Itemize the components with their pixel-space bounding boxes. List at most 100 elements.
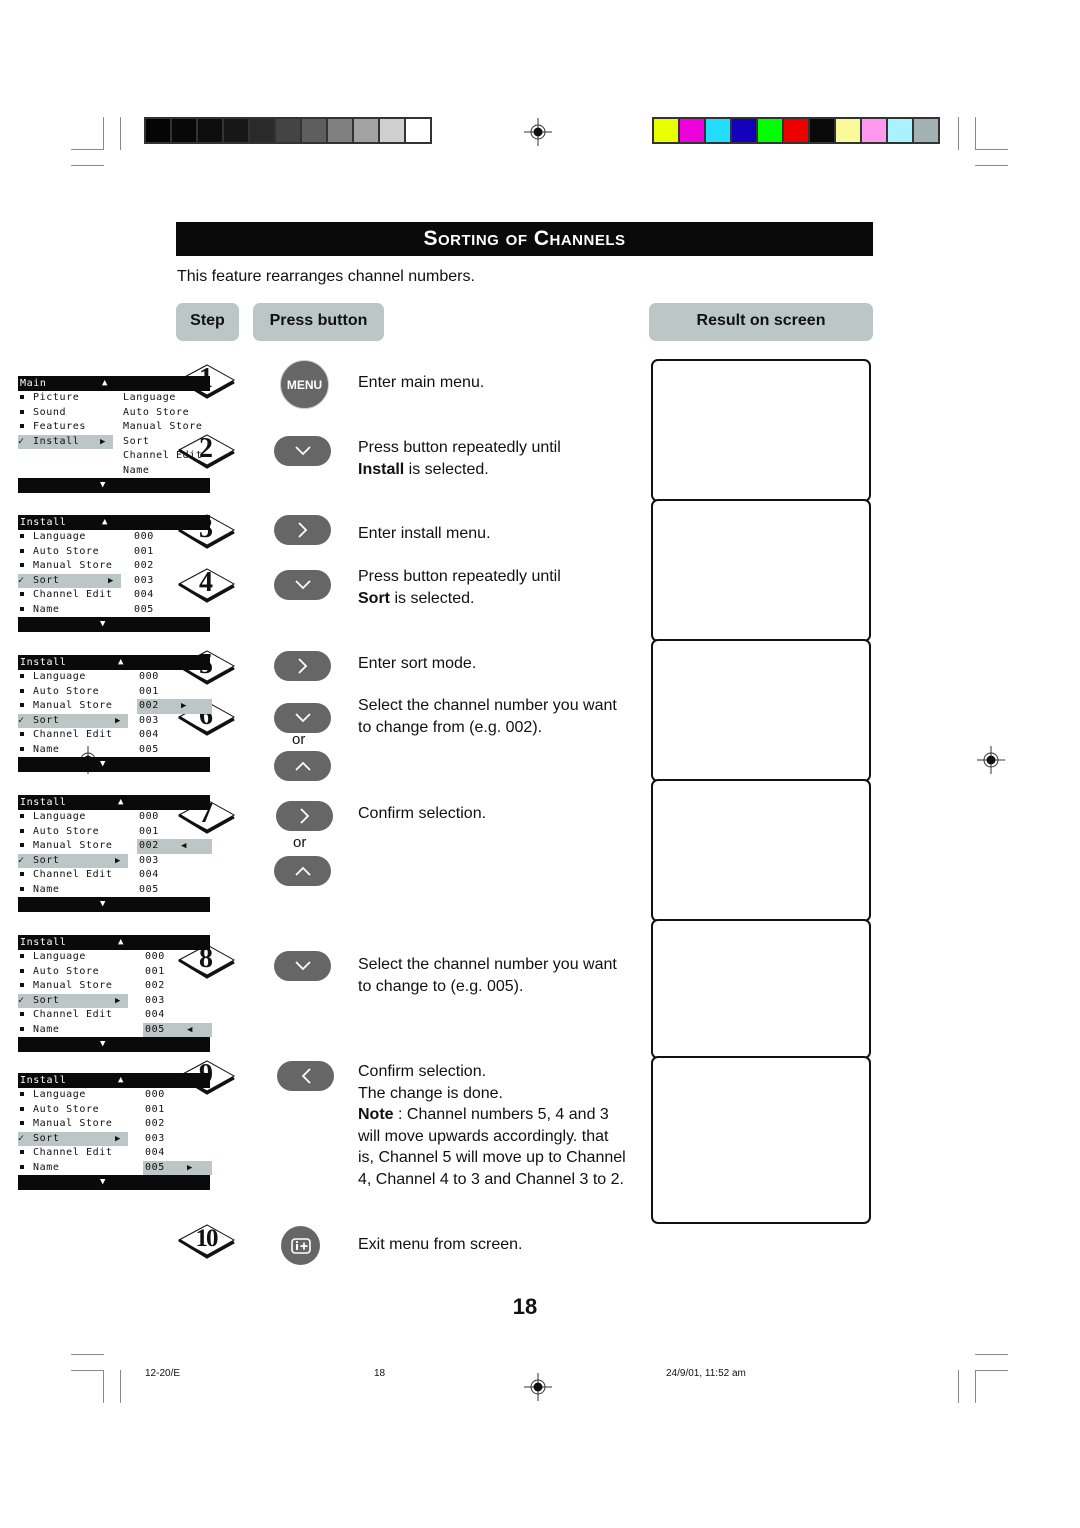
osd-item: Name	[33, 603, 60, 615]
channel-number: 005	[134, 603, 154, 615]
step-6-line2: to change from (e.g. 002).	[358, 718, 543, 736]
channel-number: 000	[145, 951, 165, 962]
channel-number: 003	[139, 714, 159, 726]
step-6-description: Select the channel number you want to ch…	[358, 695, 617, 738]
bullet-icon	[18, 839, 32, 854]
right-arrow-button[interactable]	[274, 515, 331, 545]
arrow-right-icon: ▶	[187, 1162, 194, 1173]
scroll-up-icon: ▲	[118, 937, 125, 947]
calibration-swatch	[680, 119, 704, 142]
result-column-header: Result on screen	[649, 303, 873, 341]
channel-number: 000	[145, 1089, 165, 1100]
channel-number: 004	[134, 589, 154, 600]
osd-item: Sort	[33, 1132, 60, 1144]
osd-row: Manual Store 002	[18, 979, 210, 994]
osd-item: Channel Edit	[33, 589, 113, 600]
osd-item: Auto Store	[33, 685, 100, 697]
submenu-arrow-icon: ▶	[115, 715, 122, 726]
result-screen-frame	[651, 359, 871, 502]
osd-row: ✓ ▶ Install Sort	[18, 434, 210, 449]
bullet-icon	[18, 420, 32, 435]
note-line4: 4, Channel 4 to 3 and Channel 3 to 2.	[358, 1170, 624, 1188]
step-6-line1: Select the channel number you want	[358, 697, 617, 714]
scroll-down-icon: ▼	[100, 480, 107, 490]
menu-button[interactable]: MENU	[280, 360, 329, 409]
channel-number: 004	[139, 729, 159, 740]
grayscale-calibration-bar	[144, 117, 432, 144]
osd-footer: ▼	[18, 478, 210, 493]
calibration-swatch	[328, 119, 352, 142]
channel-number: 001	[145, 1103, 165, 1115]
step-10-description: Exit menu from screen.	[358, 1236, 523, 1253]
osd-footer: ▼	[18, 1037, 210, 1052]
osd-row: Auto Store 001	[18, 545, 210, 560]
osd-row: Name 005	[18, 603, 210, 618]
result-screen-frame	[651, 639, 871, 782]
registration-mark-icon	[977, 746, 1005, 774]
osd-title: Main	[20, 378, 47, 389]
right-arrow-button[interactable]	[276, 801, 333, 831]
submenu-arrow-icon: ▶	[115, 855, 122, 866]
up-arrow-button[interactable]	[274, 751, 331, 781]
check-icon: ✓	[18, 435, 25, 447]
bullet-icon	[18, 825, 32, 840]
osd-row: Name 005	[18, 883, 210, 898]
left-arrow-button[interactable]	[277, 1061, 334, 1091]
right-arrow-button[interactable]	[274, 651, 331, 681]
channel-number: 002	[134, 560, 154, 571]
bullet-icon	[18, 699, 32, 714]
osd-row: Channel Edit 004	[18, 588, 210, 603]
osd-footer: ▼	[18, 757, 210, 772]
color-calibration-bar	[652, 117, 940, 144]
osd-footer: ▼	[18, 1175, 210, 1190]
chevron-up-icon	[294, 866, 311, 876]
osd-row: Language 000	[18, 1088, 210, 1103]
bullet-icon	[18, 559, 32, 574]
osd-title: Install	[20, 937, 67, 948]
osd-menu: Install ▲ Language 000 Auto Store 001 Manual S…	[18, 515, 210, 632]
down-arrow-button[interactable]	[274, 703, 331, 733]
calibration-swatch	[276, 119, 300, 142]
channel-number: 000	[134, 531, 154, 542]
channel-number: 001	[145, 965, 165, 977]
down-arrow-button[interactable]	[274, 436, 331, 466]
osd-row: Language 000	[18, 810, 210, 825]
scroll-up-icon: ▲	[118, 797, 125, 807]
footer-code: 12-20/E	[145, 1368, 181, 1379]
step-4-line1: Press button repeatedly until	[358, 568, 561, 585]
osd-row: ✓ ▶ Sort 003	[18, 573, 210, 588]
osd-item: Sound	[33, 406, 67, 418]
scroll-down-icon: ▼	[100, 619, 107, 629]
check-icon: ✓	[18, 714, 25, 726]
osd-row: Auto Store 001	[18, 1103, 210, 1118]
check-icon: ✓	[18, 1132, 25, 1144]
osd-item: Channel Edit	[33, 869, 113, 880]
menu-button-label: MENU	[286, 377, 323, 392]
channel-number: 001	[139, 825, 159, 837]
up-arrow-button[interactable]	[274, 856, 331, 886]
osd-title: Install	[20, 797, 67, 808]
step-8-line1: Select the channel number you want	[358, 956, 617, 973]
osd-item: Manual Store	[33, 560, 113, 571]
chevron-down-icon	[294, 713, 311, 723]
step-7-description: Confirm selection.	[358, 805, 487, 822]
osd-row: Name ◀ 005	[18, 1022, 212, 1037]
osd-row: Language 000	[18, 530, 210, 545]
bullet-icon	[18, 530, 32, 545]
step-number-badge: 10	[177, 1222, 236, 1260]
bullet-icon	[18, 728, 32, 743]
calibration-swatch	[862, 119, 886, 142]
info-plus-button[interactable]	[281, 1226, 320, 1265]
calibration-swatch	[172, 119, 196, 142]
osd-menu: Main ▲ Picture Language Sound Auto Store Featu…	[18, 376, 210, 493]
channel-number: 001	[134, 545, 154, 557]
scroll-down-icon: ▼	[100, 1039, 107, 1049]
osd-header: Install ▲	[18, 795, 210, 810]
osd-row: Language 000	[18, 950, 210, 965]
down-arrow-button[interactable]	[274, 570, 331, 600]
bullet-icon	[18, 1008, 32, 1023]
arrow-right-icon: ▶	[181, 701, 188, 711]
down-arrow-button[interactable]	[274, 951, 331, 981]
osd-row: Auto Store 001	[18, 825, 210, 840]
bullet-icon	[18, 1161, 32, 1176]
